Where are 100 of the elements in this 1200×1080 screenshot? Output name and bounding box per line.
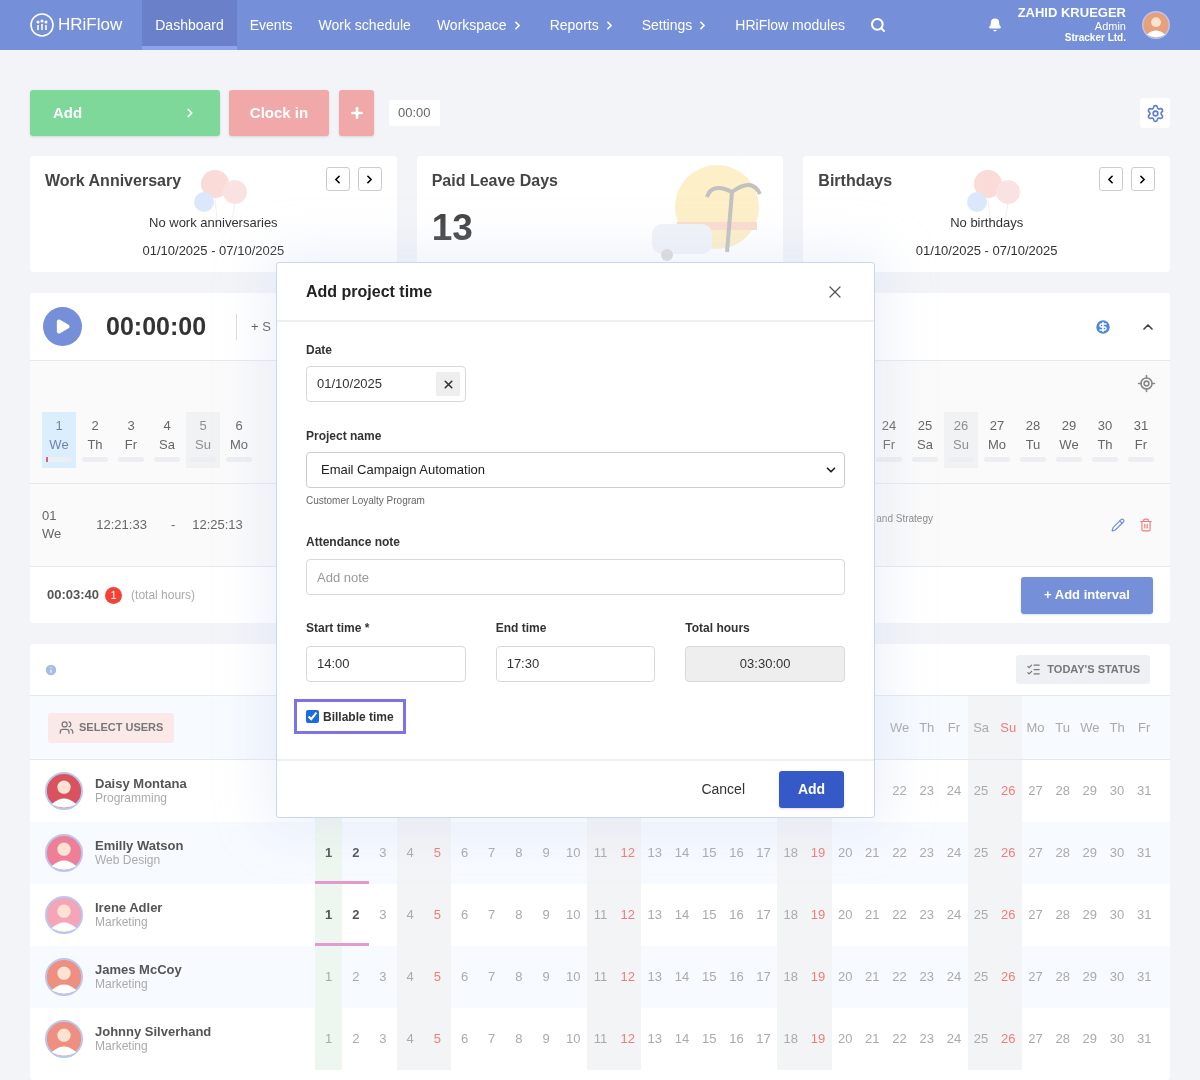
day-tile[interactable]: 25 Sa [908,412,942,468]
department-label: Programming [95,791,169,806]
search-icon[interactable] [870,17,886,33]
select-users-button[interactable]: SELECT USERS [48,712,175,743]
clear-button[interactable] [436,372,460,396]
day-cell-text: 2 [352,1030,360,1048]
day-tile[interactable]: 1 We [42,412,76,468]
previous-button[interactable] [1099,167,1123,191]
nav-item[interactable]: Reports [536,0,629,50]
day-tile[interactable]: 28 Tu [1016,412,1050,468]
end-time: 12:25:13 [192,516,243,535]
time-badge: 00:00 [389,100,440,126]
day-tile[interactable]: 30 Th [1088,412,1122,468]
day-cell-text: 29 [1082,1030,1098,1048]
company-name: Stracker Ltd. [1064,32,1126,44]
nav-item[interactable]: HRiFlow modules [722,0,858,50]
day-cell-text: 26 [1001,968,1016,986]
day-tile[interactable]: 29 We [1052,412,1086,468]
day-cell-text: 17 [756,844,771,862]
day-cell-text: 18 [783,844,798,862]
day-cell-text: 4 [406,1030,414,1048]
day-tile[interactable]: 27 Mo [980,412,1014,468]
todays-status-button[interactable]: TODAY'S STATUS [1016,655,1150,684]
settings-icon [1145,103,1165,123]
day-cell-text: 26 [1001,844,1016,862]
delete-icon[interactable] [1139,518,1153,532]
settings-button[interactable] [1140,98,1170,128]
day-tile[interactable]: 3 Fr [114,412,148,468]
day-cell-text: 19 [810,906,826,924]
day-cell-text: 27 [1028,1030,1043,1048]
day-cell-text: 10 [566,844,581,862]
day-cell-text: 8 [515,906,523,924]
day-cell-text: 25 [973,1030,989,1048]
time-label: Start time * [306,620,371,637]
project-select[interactable]: Email Campaign Automation [306,452,845,488]
previous-button[interactable] [325,167,350,191]
empty-message: No birthdays [950,214,1024,232]
day-cell-text: 30 [1109,844,1125,862]
weekday-header: We [889,718,910,737]
day-tile[interactable]: 26 Su [944,412,978,468]
time-label: End time [495,620,548,637]
bell-icon[interactable] [987,18,1002,32]
day-cell-text: 5 [433,906,441,924]
day-cell-text: 1 [324,906,333,924]
day-cell-text: 30 [1109,782,1125,800]
nav-item[interactable]: Dashboard [142,0,237,50]
time-field[interactable]: 14:00 [306,646,466,682]
day-tile[interactable]: 31 Fr [1124,412,1158,468]
billable-checkbox[interactable] [306,710,319,723]
project-name: and Strategy [876,511,933,526]
day-cell-text: 25 [973,906,989,924]
day-tile[interactable]: 6 Mo [222,412,256,468]
date-range: 01/10/2025 - 07/10/2025 [915,241,1058,260]
action-link[interactable]: + S [251,316,271,337]
nav-item[interactable]: Events [236,0,306,50]
day-cell-text: 5 [433,1030,441,1048]
day-cell-text: 9 [542,906,550,924]
day-cell-text: 24 [946,1030,962,1048]
day-cell-text: 29 [1082,844,1098,862]
day-cell-text: 10 [566,968,581,986]
nav-item[interactable]: Settings [628,0,723,50]
day-cell-text: 18 [783,1030,798,1048]
day-cell-text: 31 [1137,1030,1152,1048]
day-cell-text: 2 [352,906,360,924]
day-tile[interactable]: 2 Th [78,412,112,468]
note-input[interactable]: Add note [306,559,845,595]
day-cell-text: 27 [1028,968,1043,986]
day-cell-text: 5 [433,968,441,986]
next-button[interactable] [1131,167,1155,191]
dialog-title: Add project time [306,281,433,302]
day-cell-text: 13 [647,968,663,986]
project-label: Project name [306,428,383,445]
day-cell-text: 7 [488,844,496,862]
time-field[interactable]: 17:30 [495,646,656,682]
card-title: Work Anniversary [45,171,182,191]
day-tile[interactable]: 24 Fr [872,412,906,468]
dollar-icon[interactable] [1094,317,1112,336]
day-cell-text: 22 [892,844,907,862]
locate-icon[interactable] [1137,374,1156,393]
day-tile[interactable]: 5 Su [186,412,220,468]
date-field[interactable]: 01/10/2025 [306,366,466,402]
add-interval-button[interactable]: + Add interval [1021,576,1153,614]
day-cell-text: 6 [460,844,469,862]
day-cell-text: 8 [515,844,523,862]
day-tile[interactable]: 4 Sa [150,412,184,468]
entry-day: 01 [42,507,62,525]
next-button[interactable] [357,167,382,191]
day-cell-text: 28 [1055,906,1070,924]
day-cell-text: 15 [702,844,717,862]
day-cell-text: 21 [865,844,880,862]
day-cell-text: 4 [406,844,414,862]
play-button[interactable] [43,307,82,346]
submit-button[interactable]: Add [779,770,844,808]
edit-icon[interactable] [1111,518,1125,532]
day-cell-text: 19 [810,844,826,862]
card-title: Paid Leave Days [431,171,558,191]
cancel-button[interactable]: Cancel [691,771,755,807]
nav-item[interactable]: Workspace [423,0,537,50]
nav-item[interactable]: Work schedule [305,0,424,50]
day-cell-text: 2 [352,968,360,986]
